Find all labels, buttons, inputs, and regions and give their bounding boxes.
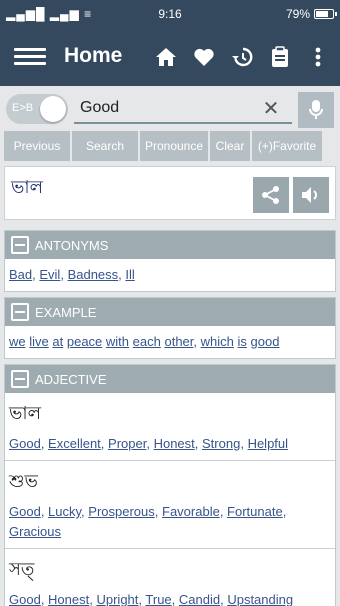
synonym-link[interactable]: Fortunate — [227, 504, 283, 519]
adjective-header[interactable]: ADJECTIVE — [5, 365, 335, 393]
adjective-entry: শুভ Good, Lucky, Prosperous, Favorable, … — [5, 461, 335, 549]
battery-fill — [316, 11, 328, 17]
pronounce-button[interactable]: Pronounce — [140, 131, 208, 161]
previous-button[interactable]: Previous — [4, 131, 70, 161]
example-section: EXAMPLE we live at peace with each other… — [4, 297, 336, 359]
history-icon[interactable] — [226, 43, 258, 71]
example-word-link[interactable]: we — [9, 334, 26, 349]
antonym-link[interactable]: Ill — [125, 267, 134, 282]
toggle-label: E>B — [12, 102, 34, 114]
synonym-link[interactable]: Lucky — [48, 504, 81, 519]
home-icon[interactable] — [150, 43, 182, 71]
share-icon[interactable] — [253, 177, 289, 213]
search-row: E>B ✕ — [0, 90, 340, 130]
add-favorite-button[interactable]: (+)Favorite — [252, 131, 322, 161]
collapse-icon — [11, 370, 29, 388]
menu-button[interactable] — [12, 44, 48, 70]
adjective-entry: ভাল Good, Excellent, Proper, Honest, Str… — [5, 393, 335, 461]
example-sentence: we live at peace with each other, which … — [9, 334, 280, 349]
example-word-link[interactable]: which — [201, 334, 234, 349]
synonym-link[interactable]: Strong — [202, 436, 240, 451]
bengali-word: শুভ — [9, 471, 38, 491]
section-title: EXAMPLE — [35, 304, 97, 320]
action-buttons: Previous Search Pronounce Clear (+)Favor… — [4, 131, 336, 161]
example-word-link[interactable]: good — [251, 334, 280, 349]
synonym-link[interactable]: Honest — [154, 436, 195, 451]
synonym-link[interactable]: Candid — [179, 592, 220, 606]
bengali-word: সত্ — [9, 559, 35, 579]
synonym-link[interactable]: Upstanding — [227, 592, 293, 606]
antonym-link[interactable]: Badness — [68, 267, 119, 282]
synonym-link[interactable]: True — [145, 592, 171, 606]
synonym-link[interactable]: Good — [9, 504, 41, 519]
section-title: ADJECTIVE — [35, 371, 107, 387]
section-title: ANTONYMS — [35, 237, 109, 253]
clear-input-icon[interactable]: ✕ — [258, 96, 284, 122]
translation-word: ভাল — [11, 177, 44, 197]
synonym-link[interactable]: Excellent — [48, 436, 101, 451]
translation-card: ভাল — [4, 166, 336, 220]
synonym-link[interactable]: Good — [9, 436, 41, 451]
antonym-links: Bad, Evil, Badness, Ill — [9, 267, 135, 282]
adjective-section: ADJECTIVE ভাল Good, Excellent, Proper, H… — [4, 364, 336, 606]
synonym-link[interactable]: Proper — [108, 436, 146, 451]
example-word-link[interactable]: live — [29, 334, 49, 349]
synonym-link[interactable]: Helpful — [248, 436, 288, 451]
antonym-link[interactable]: Bad — [9, 267, 32, 282]
antonyms-header[interactable]: ANTONYMS — [5, 231, 335, 259]
clear-button[interactable]: Clear — [210, 131, 250, 161]
favorite-heart-icon[interactable] — [188, 43, 220, 71]
adjective-entry: সত্ Good, Honest, Upright, True, Candid,… — [5, 549, 335, 606]
page-title: Home — [64, 44, 123, 67]
search-button[interactable]: Search — [72, 131, 138, 161]
clipboard-icon[interactable] — [264, 43, 296, 71]
synonym-link[interactable]: Prosperous — [88, 504, 154, 519]
synonym-link[interactable]: Gracious — [9, 524, 61, 539]
synonym-link[interactable]: Honest — [48, 592, 89, 606]
language-toggle[interactable]: E>B — [6, 94, 68, 124]
status-bar: ▂▄▆█ ▂▄▆ ≡ 9:16 79% — [0, 0, 340, 28]
synonym-link[interactable]: Good — [9, 592, 41, 606]
microphone-icon[interactable] — [298, 92, 334, 128]
antonym-link[interactable]: Evil — [39, 267, 60, 282]
speaker-icon[interactable] — [293, 177, 329, 213]
bengali-word: ভাল — [9, 403, 42, 423]
example-word-link[interactable]: is — [238, 334, 247, 349]
example-word-link[interactable]: with — [106, 334, 129, 349]
status-right: 79% — [285, 7, 337, 21]
more-options-icon[interactable] — [302, 43, 334, 71]
synonym-link[interactable]: Upright — [96, 592, 138, 606]
battery-icon — [314, 9, 337, 19]
collapse-icon — [11, 236, 29, 254]
battery-percent: 79% — [285, 7, 310, 21]
toggle-knob — [40, 96, 66, 122]
app-bar: Home — [0, 28, 340, 86]
example-word-link[interactable]: other — [164, 334, 193, 349]
example-word-link[interactable]: at — [52, 334, 63, 349]
antonyms-section: ANTONYMS Bad, Evil, Badness, Ill — [4, 230, 336, 292]
example-word-link[interactable]: each — [133, 334, 161, 349]
example-word-link[interactable]: peace — [67, 334, 102, 349]
example-header[interactable]: EXAMPLE — [5, 298, 335, 326]
collapse-icon — [11, 303, 29, 321]
synonym-link[interactable]: Favorable — [162, 504, 220, 519]
